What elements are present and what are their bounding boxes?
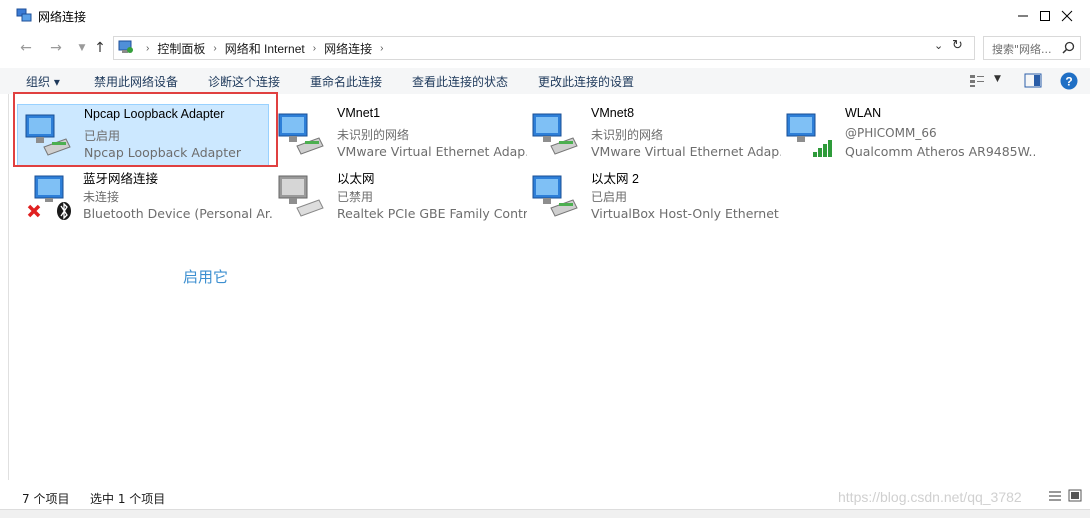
ethernet-adapter-icon	[532, 175, 578, 217]
connection-status: @PHICOMM_66	[845, 126, 937, 140]
forward-button[interactable]: →	[46, 38, 66, 58]
navigation-bar: ← → ▼ ↑ › 控制面板 › 网络和 Internet › 网络连接 › ⌄…	[0, 34, 1090, 62]
connection-device: VMware Virtual Ethernet Adap...	[591, 144, 781, 159]
connection-status: 已启用	[591, 190, 628, 204]
breadcrumb-separator-icon[interactable]: ›	[313, 43, 316, 54]
connection-name: WLAN	[845, 106, 882, 120]
chevron-down-icon: ▼	[78, 43, 86, 53]
watermark-text: https://blog.csdn.net/qq_3782	[838, 489, 1022, 505]
breadcrumb: › 控制面板 › 网络和 Internet › 网络连接 ›	[138, 40, 391, 57]
back-arrow-icon: ←	[20, 40, 32, 56]
organize-button[interactable]: 组织 ▾	[26, 73, 60, 90]
connection-name: 蓝牙网络连接	[83, 172, 159, 186]
connection-status: 未识别的网络	[337, 128, 410, 142]
connection-bluetooth[interactable]: 蓝牙网络连接 未连接 Bluetooth Device (Personal Ar…	[17, 166, 273, 226]
disabled-adapter-icon	[278, 175, 324, 217]
control-panel-icon	[118, 40, 133, 53]
preview-pane-icon[interactable]	[1024, 73, 1042, 88]
selected-count: 选中 1 个项目	[90, 492, 166, 506]
connection-status: 未识别的网络	[591, 128, 664, 142]
ethernet-adapter-icon	[532, 113, 578, 155]
back-button[interactable]: ←	[16, 38, 36, 58]
breadcrumb-separator-icon[interactable]: ›	[380, 43, 383, 54]
breadcrumb-network-connections[interactable]: 网络连接	[324, 40, 372, 57]
refresh-icon[interactable]: ↻	[952, 38, 963, 53]
connection-name: VMnet8	[591, 106, 635, 120]
forward-arrow-icon: →	[50, 40, 62, 56]
connection-vmnet8[interactable]: VMnet8 未识别的网络 VMware Virtual Ethernet Ad…	[525, 104, 781, 164]
help-icon[interactable]: ?	[1060, 72, 1078, 90]
network-connections-icon	[16, 8, 32, 22]
item-count: 7 个项目	[22, 492, 70, 506]
tiles-view-icon[interactable]	[1068, 489, 1082, 502]
view-options-icon[interactable]	[969, 74, 985, 88]
search-input[interactable]: 搜索"网络...	[983, 36, 1081, 60]
address-bar[interactable]: › 控制面板 › 网络和 Internet › 网络连接 › ⌄ ↻	[113, 36, 975, 60]
search-icon[interactable]	[1062, 41, 1075, 54]
view-status-button[interactable]: 查看此连接的状态	[412, 73, 508, 90]
highlight-box	[13, 92, 278, 167]
change-settings-button[interactable]: 更改此连接的设置	[538, 73, 634, 90]
connection-name: VMnet1	[337, 106, 381, 120]
up-arrow-icon: ↑	[94, 40, 106, 56]
connection-device: VirtualBox Host-Only Ethernet ...	[591, 206, 781, 221]
ethernet-adapter-icon	[278, 113, 324, 155]
connection-status: 未连接	[83, 190, 120, 204]
close-button[interactable]	[1044, 0, 1090, 32]
breadcrumb-control-panel[interactable]: 控制面板	[157, 40, 205, 57]
wlan-adapter-icon	[786, 113, 832, 157]
view-dropdown-icon[interactable]: ▼	[994, 74, 1001, 84]
bluetooth-adapter-icon	[27, 175, 71, 220]
window-title: 网络连接	[38, 10, 87, 24]
disable-device-button[interactable]: 禁用此网络设备	[94, 73, 178, 90]
breadcrumb-network-internet[interactable]: 网络和 Internet	[225, 40, 305, 57]
connection-name: 以太网	[337, 172, 375, 186]
address-dropdown-icon[interactable]: ⌄	[934, 39, 943, 52]
connection-ethernet[interactable]: 以太网 已禁用 Realtek PCIe GBE Family Contr...	[271, 166, 527, 226]
connection-ethernet-2[interactable]: 以太网 2 已启用 VirtualBox Host-Only Ethernet …	[525, 166, 781, 226]
connection-wlan[interactable]: WLAN @PHICOMM_66 Qualcomm Atheros AR9485…	[779, 104, 1035, 164]
rename-button[interactable]: 重命名此连接	[310, 73, 382, 90]
search-placeholder: 搜索"网络...	[992, 43, 1052, 56]
recent-locations-button[interactable]: ▼	[72, 38, 92, 58]
connection-device: Qualcomm Atheros AR9485W...	[845, 144, 1035, 159]
annotation-text: 启用它	[183, 268, 229, 286]
diagnose-button[interactable]: 诊断这个连接	[208, 73, 280, 90]
title-bar: 网络连接	[0, 0, 1090, 32]
connection-device: VMware Virtual Ethernet Adap...	[337, 144, 527, 159]
up-button[interactable]: ↑	[90, 38, 110, 58]
close-icon	[1061, 10, 1073, 22]
details-view-icon[interactable]	[1048, 490, 1062, 502]
connection-vmnet1[interactable]: VMnet1 未识别的网络 VMware Virtual Ethernet Ad…	[271, 104, 527, 164]
breadcrumb-separator-icon: ›	[146, 43, 150, 54]
breadcrumb-separator-icon[interactable]: ›	[213, 43, 216, 54]
connection-name: 以太网 2	[591, 172, 639, 186]
connection-device: Realtek PCIe GBE Family Contr...	[337, 206, 527, 221]
connection-status: 已禁用	[337, 190, 374, 204]
command-bar: 组织 ▾ 禁用此网络设备 诊断这个连接 重命名此连接 查看此连接的状态 更改此连…	[0, 68, 1090, 94]
connection-device: Bluetooth Device (Personal Ar...	[83, 206, 273, 221]
svg-text:?: ?	[1065, 75, 1072, 89]
